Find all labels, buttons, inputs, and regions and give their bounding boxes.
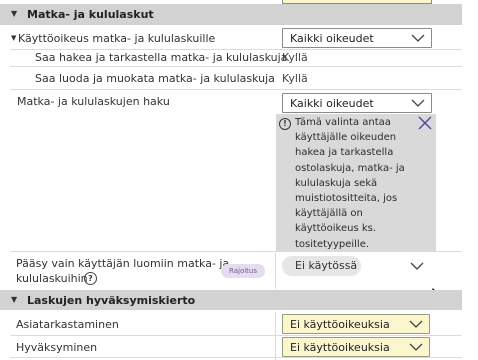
row-divider — [10, 66, 462, 67]
row-divider — [10, 335, 462, 336]
row-divider — [10, 89, 462, 90]
approval-row-label: Asiatarkastaminen — [16, 318, 119, 331]
row-divider — [10, 251, 462, 252]
info-text: Tämä valinta antaa käyttäjälle oikeuden … — [295, 117, 405, 250]
sub-right-value: Kyllä — [282, 51, 308, 64]
restriction-badge: Rajoitus — [221, 264, 265, 278]
sub-right-label: Saa hakea ja tarkastella matka- ja kulul… — [35, 51, 288, 64]
info-icon: ! — [279, 118, 291, 130]
row-divider — [10, 49, 462, 50]
travel-rights-value: Kaikki oikeudet — [290, 32, 374, 45]
section-header-travel[interactable]: ▼ Matka- ja kululaskut — [0, 4, 462, 25]
chevron-down-icon — [411, 34, 425, 42]
collapse-triangle-icon[interactable]: ▼ — [11, 9, 17, 18]
chevron-down-icon — [409, 343, 423, 351]
approval-select[interactable]: Ei käyttöoikeuksia — [282, 314, 430, 334]
own-only-toggle[interactable]: Ei käytössä — [282, 256, 361, 276]
own-only-label-line2: kululaskuihin — [16, 272, 88, 285]
row-divider — [10, 357, 462, 358]
info-tooltip: ! Tämä valinta antaa käyttäjälle oikeude… — [276, 114, 436, 251]
sub-right-label: Saa luoda ja muokata matka- ja kululasku… — [35, 72, 275, 85]
help-icon[interactable]: ? — [84, 272, 97, 285]
section-title: Matka- ja kululaskut — [27, 8, 154, 21]
row-collapse-triangle-icon[interactable]: ▼ — [11, 34, 16, 42]
collapse-triangle-icon[interactable]: ▼ — [11, 295, 17, 304]
approval-row-label: Hyväksyminen — [16, 341, 98, 354]
search-rights-value: Kaikki oikeudet — [290, 97, 374, 110]
travel-rights-select[interactable]: Kaikki oikeudet — [282, 28, 432, 48]
sub-right-value: Kyllä — [282, 72, 308, 85]
close-icon[interactable] — [418, 116, 432, 130]
chevron-down-icon[interactable] — [410, 260, 424, 272]
approval-value: Ei käyttöoikeuksia — [290, 318, 390, 331]
chevron-down-icon — [409, 320, 423, 328]
column-divider — [275, 252, 276, 289]
own-only-value: Ei käytössä — [295, 259, 358, 272]
search-rights-label: Matka- ja kululaskujen haku — [17, 95, 170, 108]
own-only-label-line1: Pääsy vain käyttäjän luomiin matka- ja — [16, 257, 230, 270]
approval-select[interactable]: Ei käyttöoikeuksia — [282, 337, 430, 357]
search-rights-select[interactable]: Kaikki oikeudet — [282, 93, 432, 113]
column-divider — [275, 312, 276, 360]
approval-value: Ei käyttöoikeuksia — [290, 341, 390, 354]
chevron-down-icon — [411, 99, 425, 107]
travel-rights-label: Käyttöoikeus matka- ja kululaskuille — [18, 32, 216, 45]
section-header-approval[interactable]: ▼ Laskujen hyväksymiskierto — [0, 290, 462, 310]
section-title: Laskujen hyväksymiskierto — [27, 294, 196, 307]
